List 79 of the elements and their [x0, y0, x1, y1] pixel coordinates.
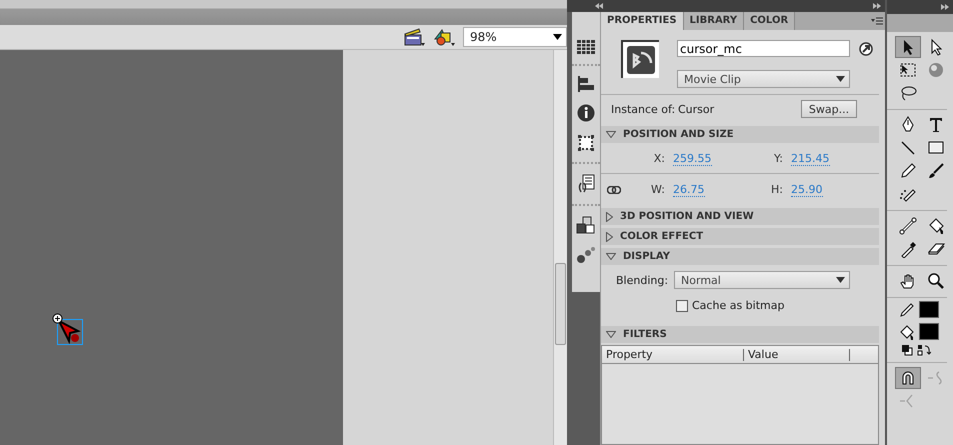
collapse-icon[interactable]	[595, 3, 603, 9]
panel-menu-icon[interactable]	[871, 17, 883, 25]
section-title: 3D POSITION AND VIEW	[620, 211, 754, 222]
expand-icon[interactable]	[873, 3, 881, 9]
chain-link-icon[interactable]	[607, 186, 621, 194]
section-header[interactable]: FILTERS	[601, 326, 879, 343]
instance-of-label: Instance of:	[611, 102, 676, 116]
diagonal-line-icon	[899, 139, 917, 157]
cache-checkbox[interactable]	[676, 300, 688, 312]
info-icon[interactable]	[577, 104, 595, 122]
swap-button[interactable]: Swap...	[801, 100, 857, 118]
arrow-circle-icon[interactable]	[859, 42, 873, 56]
paint-bucket-icon[interactable]	[899, 324, 915, 340]
section-title: FILTERS	[623, 329, 667, 340]
section-header[interactable]: DISPLAY	[601, 248, 879, 265]
pencil-icon	[899, 162, 917, 180]
transform-icon	[899, 61, 917, 79]
clapperboard-icon[interactable]	[403, 27, 425, 47]
symbol-type-value: Movie Clip	[684, 72, 741, 86]
collapse-triangle-icon[interactable]	[606, 131, 616, 138]
panel-tab[interactable]: LIBRARY	[684, 12, 744, 30]
fill-color-swatch[interactable]	[919, 323, 939, 340]
collapse-triangle-icon[interactable]	[606, 253, 616, 260]
bone-icon	[899, 217, 917, 235]
sphere-icon	[927, 61, 945, 79]
section-header[interactable]: POSITION AND SIZE	[601, 126, 879, 143]
movie-clip-icon	[626, 45, 656, 75]
blending-dropdown[interactable]: Normal	[674, 271, 850, 289]
zoom-value: 98%	[470, 30, 497, 44]
dots-icon[interactable]	[576, 246, 596, 264]
dropdown-arrow-icon	[836, 277, 846, 283]
text-t-icon	[927, 116, 945, 134]
tool-button[interactable]	[895, 367, 921, 389]
panel-tab[interactable]: PROPERTIES	[601, 12, 684, 30]
align-icon[interactable]	[577, 76, 595, 92]
tool-button[interactable]	[895, 36, 921, 58]
blending-label: Blending:	[616, 274, 668, 286]
blending-value: Normal	[681, 274, 721, 286]
swap-colors-icon[interactable]	[917, 344, 931, 356]
column-header: Value	[744, 348, 850, 360]
symbol-type-dropdown[interactable]: Movie Clip	[677, 70, 850, 88]
tools-header	[887, 14, 953, 32]
field-label: H:	[770, 183, 783, 196]
section-title: DISPLAY	[623, 251, 670, 262]
brush-icon	[927, 162, 945, 180]
symbol-name: Cursor	[678, 102, 714, 116]
section-title: COLOR EFFECT	[620, 231, 704, 242]
shapes-icon[interactable]	[433, 27, 455, 47]
registration-point-icon	[52, 313, 63, 324]
expand-icon[interactable]	[941, 4, 949, 10]
cache-label: Cache as bitmap	[692, 299, 784, 312]
lasso-icon	[899, 84, 917, 102]
transform-icon[interactable]	[577, 134, 595, 152]
code-document-icon[interactable]	[576, 174, 596, 194]
stroke-color-swatch[interactable]	[919, 301, 939, 318]
field-label: Y:	[773, 152, 783, 164]
magnifier-icon	[927, 272, 945, 290]
cursor-arrow-drawing	[58, 320, 82, 344]
paint-bucket-icon	[927, 217, 945, 235]
pencil-icon[interactable]	[899, 302, 915, 318]
instance-name-field[interactable]: cursor_mc	[677, 40, 850, 57]
dropdown-arrow-icon	[553, 34, 562, 40]
column-header: Property	[602, 348, 744, 360]
cubes-icon[interactable]	[576, 216, 596, 234]
section-header[interactable]: 3D POSITION AND VIEW	[601, 208, 879, 225]
vertical-scrollbar[interactable]	[553, 50, 567, 445]
section-title: POSITION AND SIZE	[623, 129, 734, 140]
section-header[interactable]: COLOR EFFECT	[601, 228, 879, 245]
dropdown-arrow-icon	[836, 76, 845, 82]
panel-tab[interactable]: COLOR	[744, 12, 796, 30]
grid-icon[interactable]	[577, 40, 595, 54]
scrollbar-thumb[interactable]	[555, 263, 566, 345]
eyedropper-icon	[899, 240, 917, 258]
field-label: W:	[650, 183, 665, 196]
collapse-triangle-icon[interactable]	[606, 331, 616, 338]
field-label: X:	[652, 152, 665, 164]
default-colors-icon[interactable]	[901, 344, 913, 356]
movie-clip-instance[interactable]	[57, 319, 83, 345]
zoom-dropdown[interactable]: 98%	[463, 27, 567, 47]
